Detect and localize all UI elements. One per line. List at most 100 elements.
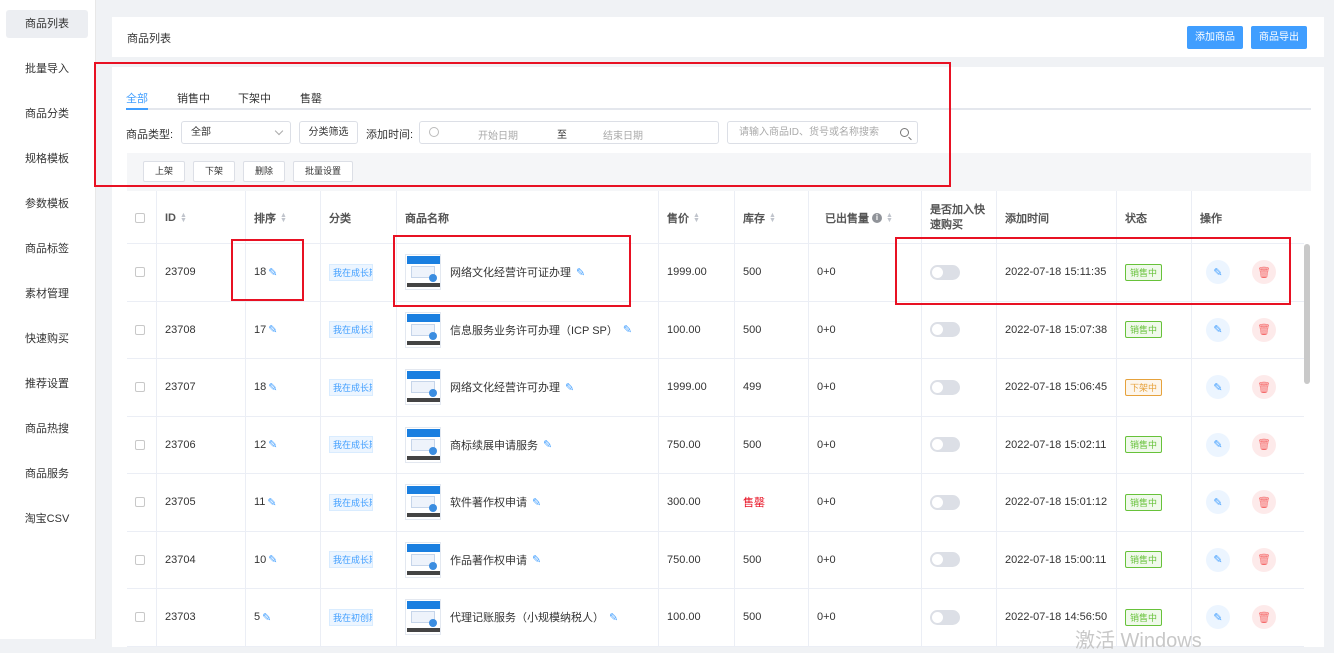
column-quick-buy: 是否加入快 速购买 [922, 191, 997, 244]
sort-icon[interactable]: ▲ ▼ [180, 212, 187, 224]
sort-icon[interactable]: ▲ ▼ [280, 212, 287, 224]
sidebar-item-spec-template[interactable]: 规格模板 [6, 145, 88, 173]
sidebar-item-quick-buy[interactable]: 快速购买 [6, 325, 88, 353]
row-checkbox[interactable] [135, 324, 145, 335]
status-cell: 销售中 [1117, 301, 1192, 358]
row-checkbox[interactable] [135, 554, 145, 565]
product-id: 23703 [165, 611, 196, 624]
delete-button[interactable]: 🗑 [1252, 547, 1276, 572]
thumbnail-part [407, 256, 440, 265]
delete-button[interactable]: 🗑 [1252, 260, 1276, 285]
search-icon[interactable] [900, 128, 909, 137]
add-product-button[interactable]: 添加商品 [1187, 26, 1243, 49]
start-date-input[interactable]: 开始日期 [478, 127, 518, 142]
tab-on-sale[interactable]: 销售中 [177, 90, 210, 106]
column-price[interactable]: 售价 ▲ ▼ [659, 191, 735, 244]
row-checkbox[interactable] [135, 267, 145, 278]
quick-buy-toggle[interactable] [930, 609, 960, 625]
tab-off-shelf[interactable]: 下架中 [238, 90, 271, 106]
tab-sold-out[interactable]: 售罄 [300, 90, 322, 106]
edit-button[interactable]: ✎ [1206, 260, 1230, 285]
sold-cell: 0+0 [809, 244, 922, 301]
end-date-input[interactable]: 结束日期 [603, 127, 643, 142]
sort-icon[interactable]: ▲ ▼ [693, 212, 700, 224]
product-thumbnail [405, 254, 441, 291]
delete-button[interactable]: 🗑 [1252, 490, 1276, 515]
pencil-icon[interactable]: ✎ [532, 553, 541, 566]
batch-unshelve-button[interactable]: 下架 [193, 161, 235, 182]
sidebar-item-services[interactable]: 商品服务 [6, 460, 88, 488]
edit-button[interactable]: ✎ [1206, 490, 1230, 515]
sidebar-item-recommend[interactable]: 推荐设置 [6, 370, 88, 398]
select-all-checkbox[interactable] [135, 212, 145, 223]
quick-buy-toggle[interactable] [930, 437, 960, 453]
delete-button[interactable]: 🗑 [1252, 432, 1276, 457]
pencil-icon[interactable]: ✎ [268, 266, 277, 279]
edit-button[interactable]: ✎ [1206, 432, 1230, 457]
pencil-icon[interactable]: ✎ [268, 438, 277, 451]
date-range-picker[interactable]: 开始日期 至 结束日期 [419, 121, 719, 144]
pencil-icon[interactable]: ✎ [609, 611, 618, 624]
sort-icon[interactable]: ▲ ▼ [769, 212, 776, 224]
sidebar-item-hot-search[interactable]: 商品热搜 [6, 415, 88, 443]
row-checkbox[interactable] [135, 439, 145, 450]
pencil-icon[interactable]: ✎ [565, 381, 574, 394]
column-stock[interactable]: 库存 ▲ ▼ [735, 191, 809, 244]
sidebar-item-param-template[interactable]: 参数模板 [6, 190, 88, 218]
pencil-icon[interactable]: ✎ [543, 438, 552, 451]
row-checkbox[interactable] [135, 612, 145, 623]
pencil-icon[interactable]: ✎ [267, 496, 276, 509]
pencil-icon[interactable]: ✎ [532, 496, 541, 509]
price-cell: 750.00 [659, 416, 735, 473]
batch-settings-button[interactable]: 批量设置 [293, 161, 353, 182]
vertical-scrollbar[interactable] [1304, 244, 1310, 384]
product-type-select[interactable]: 全部 [181, 121, 291, 144]
delete-button[interactable]: 🗑 [1252, 375, 1276, 400]
column-sort[interactable]: 排序 ▲ ▼ [246, 191, 321, 244]
edit-button[interactable]: ✎ [1206, 317, 1230, 342]
quick-buy-toggle[interactable] [930, 322, 960, 338]
quick-buy-toggle[interactable] [930, 494, 960, 510]
sidebar-item-tags[interactable]: 商品标签 [6, 235, 88, 263]
price-value: 750.00 [667, 438, 701, 451]
pencil-icon[interactable]: ✎ [268, 323, 277, 336]
sidebar-item-materials[interactable]: 素材管理 [6, 280, 88, 308]
quick-buy-toggle[interactable] [930, 264, 960, 280]
row-checkbox[interactable] [135, 497, 145, 508]
thumbnail-part [429, 274, 437, 283]
sidebar-item-product-list[interactable]: 商品列表 [6, 10, 88, 38]
delete-button[interactable]: 🗑 [1252, 605, 1276, 630]
thumbnail-part [407, 371, 440, 380]
delete-button[interactable]: 🗑 [1252, 317, 1276, 342]
search-placeholder: 请输入商品ID、货号或名称搜索 [739, 127, 879, 138]
product-id: 23706 [165, 438, 196, 451]
sidebar-item-category[interactable]: 商品分类 [6, 100, 88, 128]
edit-button[interactable]: ✎ [1206, 605, 1230, 630]
pencil-icon[interactable]: ✎ [576, 266, 585, 279]
pencil-icon[interactable]: ✎ [268, 381, 277, 394]
quick-buy-toggle[interactable] [930, 552, 960, 568]
column-sold[interactable]: 已出售量 i ▲ ▼ [809, 191, 922, 244]
tab-all[interactable]: 全部 [126, 90, 148, 106]
thumbnail-part [429, 619, 437, 628]
sold-value: 0+0 [817, 438, 836, 451]
column-id[interactable]: ID ▲ ▼ [157, 191, 246, 244]
pencil-icon[interactable]: ✎ [268, 553, 277, 566]
export-products-button[interactable]: 商品导出 [1251, 26, 1307, 49]
sold-cell: 0+0 [809, 531, 922, 588]
sidebar-item-batch-import[interactable]: 批量导入 [6, 55, 88, 83]
sidebar-item-taobao-csv[interactable]: 淘宝CSV [6, 505, 88, 533]
quick-buy-toggle[interactable] [930, 379, 960, 395]
pencil-icon[interactable]: ✎ [262, 611, 271, 624]
info-icon[interactable]: i [872, 212, 882, 223]
category-filter-button[interactable]: 分类筛选 [299, 121, 358, 144]
price-cell: 100.00 [659, 589, 735, 646]
edit-button[interactable]: ✎ [1206, 375, 1230, 400]
search-input[interactable]: 请输入商品ID、货号或名称搜索 [727, 121, 918, 144]
pencil-icon[interactable]: ✎ [623, 323, 632, 336]
edit-button[interactable]: ✎ [1206, 547, 1230, 572]
row-checkbox[interactable] [135, 382, 145, 393]
batch-delete-button[interactable]: 删除 [243, 161, 285, 182]
batch-shelve-button[interactable]: 上架 [143, 161, 185, 182]
sort-icon[interactable]: ▲ ▼ [886, 212, 893, 224]
